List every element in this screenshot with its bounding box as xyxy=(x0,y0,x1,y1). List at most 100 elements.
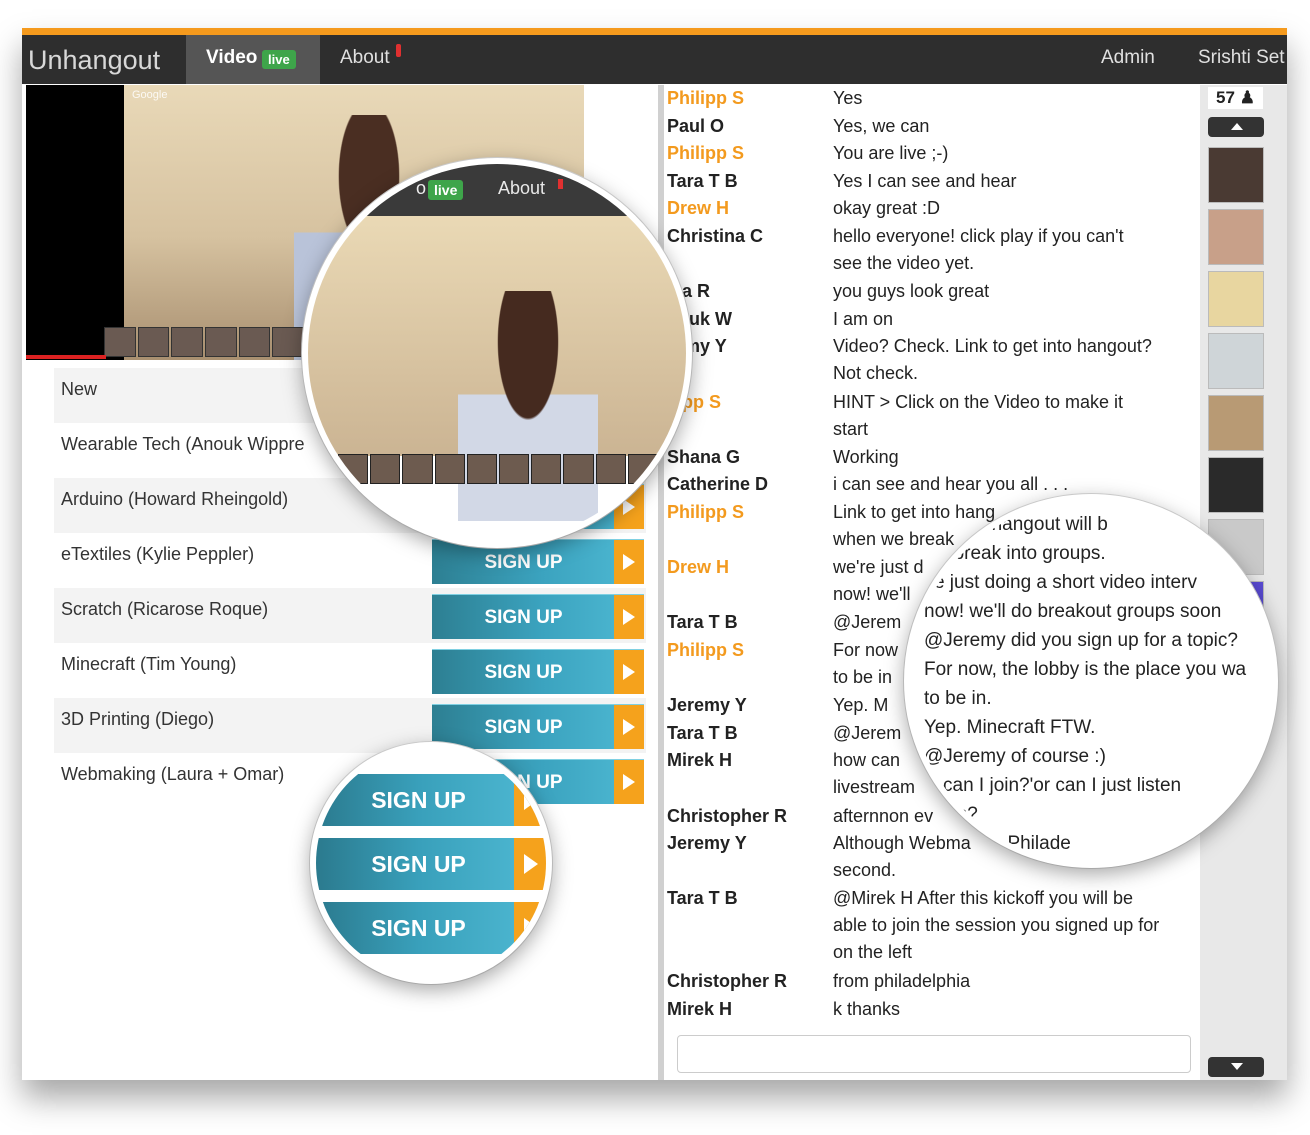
chat-message: Christopher R from philadelphia xyxy=(667,968,1197,996)
video-progress-bar[interactable] xyxy=(26,355,106,359)
zoom-callout-chat: get into hangout will b we break into gro… xyxy=(904,494,1278,868)
chat-author[interactable]: Jeremy Y xyxy=(667,830,827,857)
sign-up-label: SIGN UP xyxy=(484,607,563,628)
sign-up-button[interactable]: SIGN UP xyxy=(432,649,644,694)
chat-message: Shana G Working xyxy=(667,444,1197,472)
participant-thumb[interactable] xyxy=(171,327,204,357)
play-arrow-icon xyxy=(614,705,644,749)
zoom-thumb xyxy=(531,454,562,484)
chat-input[interactable] xyxy=(677,1035,1191,1073)
zoom-notification-dot xyxy=(558,179,563,189)
user-avatar[interactable] xyxy=(1208,457,1264,513)
chat-text: HINT > Click on the Video to make it star… xyxy=(833,389,1193,443)
user-menu[interactable]: Srishti Set xyxy=(1198,47,1285,69)
chat-text-line: start xyxy=(833,418,869,439)
participant-thumb[interactable] xyxy=(205,327,237,357)
user-avatar[interactable] xyxy=(1208,271,1264,327)
zoom-thumb xyxy=(402,454,433,484)
participant-thumb[interactable] xyxy=(137,327,170,357)
admin-link[interactable]: Admin xyxy=(1101,47,1155,69)
zoom-chat-line: Yep. Minecraft FTW. xyxy=(924,717,1096,738)
chat-author[interactable]: Shana G xyxy=(667,444,827,471)
zoom-chat-line: @Jeremy did you sign up for a topic? xyxy=(924,630,1238,651)
chat-author[interactable]: Jeremy Y xyxy=(667,692,827,719)
chat-author[interactable]: Tara T B xyxy=(667,720,827,747)
participant-thumb[interactable] xyxy=(272,327,305,357)
chat-author[interactable]: Drew H xyxy=(667,554,827,581)
user-avatar[interactable] xyxy=(1208,147,1264,203)
navbar: Unhangout Video live About Admin Srishti… xyxy=(22,35,1287,84)
zoom-thumb xyxy=(338,454,369,484)
chat-text-line: see the video yet. xyxy=(833,253,975,273)
chat-author[interactable]: Mirek H xyxy=(667,996,827,1023)
tab-about[interactable]: About xyxy=(340,44,401,69)
session-title: 3D Printing (Diego) xyxy=(61,709,215,729)
session-title: New xyxy=(61,379,98,399)
tab-about-label: About xyxy=(340,47,390,68)
zoom-chat-line: we break into groups. xyxy=(924,543,1106,564)
chat-message: Mirek H k thanks xyxy=(667,996,1197,1024)
zoom-chat-line: 're just doing a short video interv xyxy=(924,572,1197,593)
top-accent-bar xyxy=(22,28,1287,35)
chat-text-line: Video? Check. Link to get into hangout? xyxy=(833,336,1152,357)
zoom-sign-up-label: SIGN UP xyxy=(371,915,466,941)
sign-up-button[interactable]: SIGN UP xyxy=(432,594,644,639)
chat-message: remy Y Video? Check. Link to get into han… xyxy=(667,333,1197,388)
chat-author[interactable]: Tara T B xyxy=(667,885,827,912)
zoom-partial-tab: o xyxy=(416,178,427,198)
chat-message: Philipp S You are live ;-) xyxy=(667,140,1197,168)
participant-thumb[interactable] xyxy=(104,327,136,357)
user-avatar[interactable] xyxy=(1208,209,1264,265)
chat-author[interactable]: Philipp S xyxy=(667,499,827,526)
tab-video[interactable]: Video live xyxy=(186,35,320,84)
chat-author[interactable]: Drew H xyxy=(667,195,827,222)
chat-author[interactable]: Tara T B xyxy=(667,609,827,636)
chat-text-line: on the left xyxy=(833,942,913,963)
chat-text: hello everyone! click play if you can't s… xyxy=(833,223,1193,277)
chat-author[interactable]: Tara T B xyxy=(667,168,827,195)
user-avatar[interactable] xyxy=(1208,333,1264,389)
chat-author[interactable]: Philipp S xyxy=(667,637,827,664)
chat-author[interactable]: Christopher R xyxy=(667,803,827,830)
zoom-thumbnails xyxy=(338,454,659,484)
chat-text: i can see and hear you all . . . xyxy=(833,471,1193,498)
scroll-up-button[interactable] xyxy=(1208,117,1264,137)
chat-message: nouk W I am on xyxy=(667,306,1197,334)
chat-message: Drew H okay great :D xyxy=(667,195,1197,223)
sign-up-button[interactable]: SIGN UP xyxy=(432,539,644,584)
chat-text-line: Yes xyxy=(833,88,863,108)
chat-author[interactable]: Christina C xyxy=(667,223,827,250)
chat-author[interactable]: Catherine D xyxy=(667,471,827,498)
scroll-down-button[interactable] xyxy=(1208,1057,1264,1077)
tab-video-label: Video xyxy=(206,47,258,68)
chat-text-line: Yes, we can xyxy=(833,115,930,136)
sign-up-label: SIGN UP xyxy=(484,717,563,738)
session-title: Scratch (Ricarose Roque) xyxy=(61,599,269,619)
chat-text: okay great :D xyxy=(833,195,1193,222)
session-title: eTextiles (Kylie Peppler) xyxy=(61,544,255,564)
chat-text: Working xyxy=(833,444,1193,471)
chat-text-line: HINT > Click on the Video to make it xyxy=(833,391,1123,412)
zoom-sign-up-button: SIGN UP xyxy=(316,774,546,826)
chat-author[interactable]: Mirek H xyxy=(667,747,827,774)
sign-up-button[interactable]: SIGN UP xyxy=(432,704,644,749)
chat-author[interactable]: lsa R xyxy=(667,278,827,305)
chat-author[interactable]: Paul O xyxy=(667,113,827,140)
chat-author[interactable]: ilipp S xyxy=(667,389,827,416)
participant-thumbnails xyxy=(104,327,305,357)
user-avatar[interactable] xyxy=(1208,395,1264,451)
zoom-thumb xyxy=(499,454,530,484)
session-title: Wearable Tech (Anouk Wippre xyxy=(61,434,305,454)
brand-logo[interactable]: Unhangout xyxy=(28,45,160,76)
participant-thumb[interactable] xyxy=(238,327,271,357)
chat-text: Yes xyxy=(833,85,1193,112)
chat-author[interactable]: Christopher R xyxy=(667,968,827,995)
chat-text: I am on xyxy=(833,306,1193,333)
zoom-about-tab: About xyxy=(498,178,546,198)
zoom-thumb xyxy=(466,454,498,484)
chat-author[interactable]: Philipp S xyxy=(667,85,827,112)
chat-author[interactable]: nouk W xyxy=(667,306,827,333)
zoom-chat-line: ream? xyxy=(924,804,978,825)
chat-text-line: You are live ;-) xyxy=(833,143,949,164)
chat-author[interactable]: Philipp S xyxy=(667,140,827,167)
